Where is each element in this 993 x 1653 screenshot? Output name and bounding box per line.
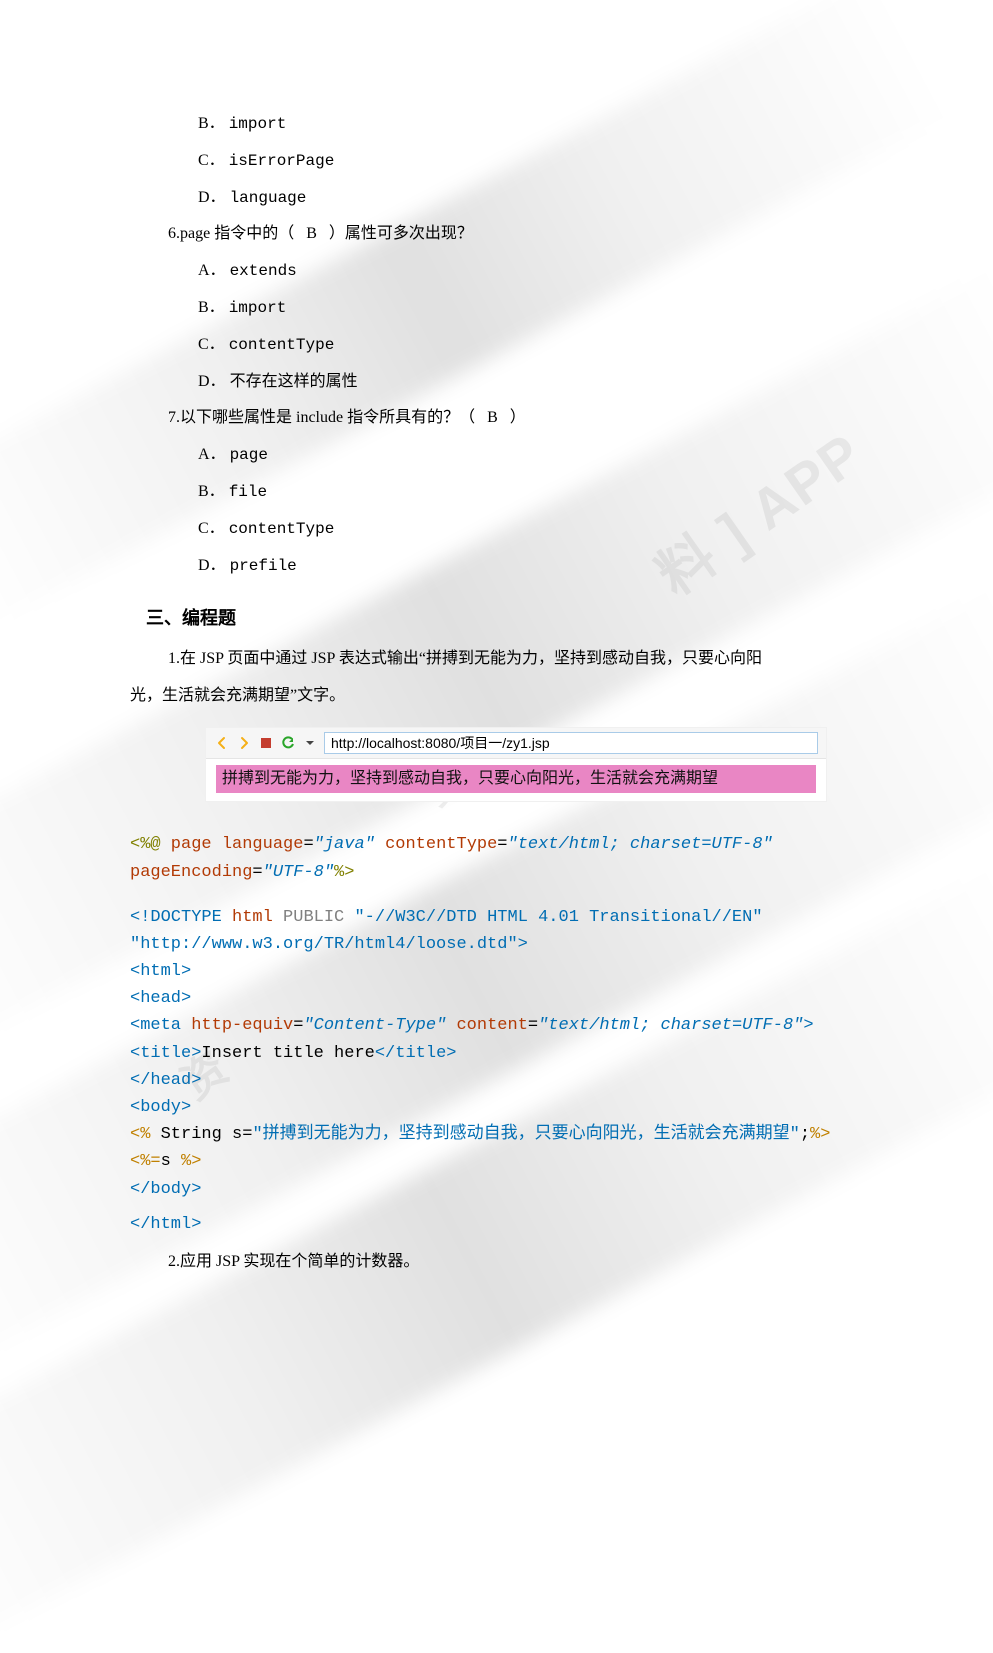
opt-text: isErrorPage xyxy=(229,152,335,170)
opt-text: prefile xyxy=(230,557,297,575)
code-line: </head> xyxy=(130,1067,863,1094)
question-7: 7.以下哪些属性是 include 指令所具有的？（ B ） xyxy=(168,404,863,433)
code-line: pageEncoding="UTF-8"%> xyxy=(130,859,863,886)
opt-prefix: D． xyxy=(198,373,226,390)
q7-post: ） xyxy=(510,409,526,426)
browser-page: 拼搏到无能为力，坚持到感动自我，只要心向阳光，生活就会充满期望 xyxy=(206,759,826,801)
q6-opt-d: D． 不存在这样的属性 xyxy=(198,368,863,397)
q7-ans: B xyxy=(487,409,498,426)
opt-prefix: B． xyxy=(198,299,225,316)
code-block-3: </html> xyxy=(130,1211,863,1238)
dropdown-icon[interactable] xyxy=(302,735,318,751)
code-block: <%@ page language="java" contentType="te… xyxy=(130,831,863,885)
back-icon[interactable] xyxy=(214,735,230,751)
code-line: <html> xyxy=(130,958,863,985)
opt-d: D． language xyxy=(198,184,863,213)
opt-prefix: A． xyxy=(198,262,226,279)
browser-screenshot: http://localhost:8080/项目一/zy1.jsp 拼搏到无能为… xyxy=(206,728,826,801)
code-line: <% String s="拼搏到无能为力，坚持到感动自我，只要心向阳光，生活就会… xyxy=(130,1121,863,1148)
opt-prefix: B． xyxy=(198,483,225,500)
code-line: <meta http-equiv="Content-Type" content=… xyxy=(130,1012,863,1039)
q7-opt-b: B． file xyxy=(198,478,863,507)
opt-prefix: D． xyxy=(198,557,226,574)
url-text: http://localhost:8080/项目一/zy1.jsp xyxy=(331,735,550,751)
opt-text: contentType xyxy=(229,520,335,538)
code-line: "http://www.w3.org/TR/html4/loose.dtd"> xyxy=(130,931,863,958)
opt-b: B． import xyxy=(198,110,863,139)
q7-opt-a: A． page xyxy=(198,441,863,470)
opt-text: import xyxy=(229,115,287,133)
code-line: <%@ page language="java" contentType="te… xyxy=(130,831,863,858)
prog2: 2.应用 JSP 实现在个简单的计数器。 xyxy=(168,1248,863,1277)
opt-c: C． isErrorPage xyxy=(198,147,863,176)
opt-prefix: C． xyxy=(198,336,225,353)
stop-icon[interactable] xyxy=(258,735,274,751)
question-6: 6.page 指令中的（ B ）属性可多次出现？ xyxy=(168,220,863,249)
opt-text: page xyxy=(230,446,268,464)
refresh-icon[interactable] xyxy=(280,735,296,751)
browser-urlbar: http://localhost:8080/项目一/zy1.jsp xyxy=(206,728,826,759)
q6-ans: B xyxy=(306,225,317,242)
opt-text: file xyxy=(229,483,267,501)
opt-prefix: C． xyxy=(198,520,225,537)
opt-text: extends xyxy=(230,262,297,280)
opt-text: 不存在这样的属性 xyxy=(230,373,358,390)
url-input[interactable]: http://localhost:8080/项目一/zy1.jsp xyxy=(324,732,818,754)
section-3-title: 三、编程题 xyxy=(146,602,863,634)
document-content: B． import C． isErrorPage D． language 6.p… xyxy=(0,0,993,1365)
prog1-line2: 光，生活就会充满期望”文字。 xyxy=(130,682,863,711)
code-line: </html> xyxy=(130,1211,863,1238)
q6-opt-b: B． import xyxy=(198,294,863,323)
code-line: <title>Insert title here</title> xyxy=(130,1040,863,1067)
q6-opt-c: C． contentType xyxy=(198,331,863,360)
code-line: <%=s %> xyxy=(130,1148,863,1175)
forward-icon[interactable] xyxy=(236,735,252,751)
code-line: <head> xyxy=(130,985,863,1012)
q7-opt-d: D． prefile xyxy=(198,552,863,581)
opt-text: contentType xyxy=(229,336,335,354)
opt-prefix: C． xyxy=(198,152,225,169)
code-block-2: <!DOCTYPE html PUBLIC "-//W3C//DTD HTML … xyxy=(130,904,863,1203)
q6-pre: 6.page 指令中的（ xyxy=(168,225,294,242)
code-line: </body> xyxy=(130,1176,863,1203)
code-line: <!DOCTYPE html PUBLIC "-//W3C//DTD HTML … xyxy=(130,904,863,931)
code-line: <body> xyxy=(130,1094,863,1121)
q6-post: ）属性可多次出现？ xyxy=(329,225,473,242)
opt-prefix: B． xyxy=(198,115,225,132)
opt-prefix: A． xyxy=(198,446,226,463)
q7-pre: 7.以下哪些属性是 include 指令所具有的？（ xyxy=(168,409,475,426)
prog1-line1: 1.在 JSP 页面中通过 JSP 表达式输出“拼搏到无能为力，坚持到感动自我，… xyxy=(168,645,863,674)
q7-opt-c: C． contentType xyxy=(198,515,863,544)
opt-text: language xyxy=(230,189,307,207)
q6-opt-a: A． extends xyxy=(198,257,863,286)
opt-prefix: D． xyxy=(198,189,226,206)
opt-text: import xyxy=(229,299,287,317)
selected-text: 拼搏到无能为力，坚持到感动自我，只要心向阳光，生活就会充满期望 xyxy=(216,765,816,793)
